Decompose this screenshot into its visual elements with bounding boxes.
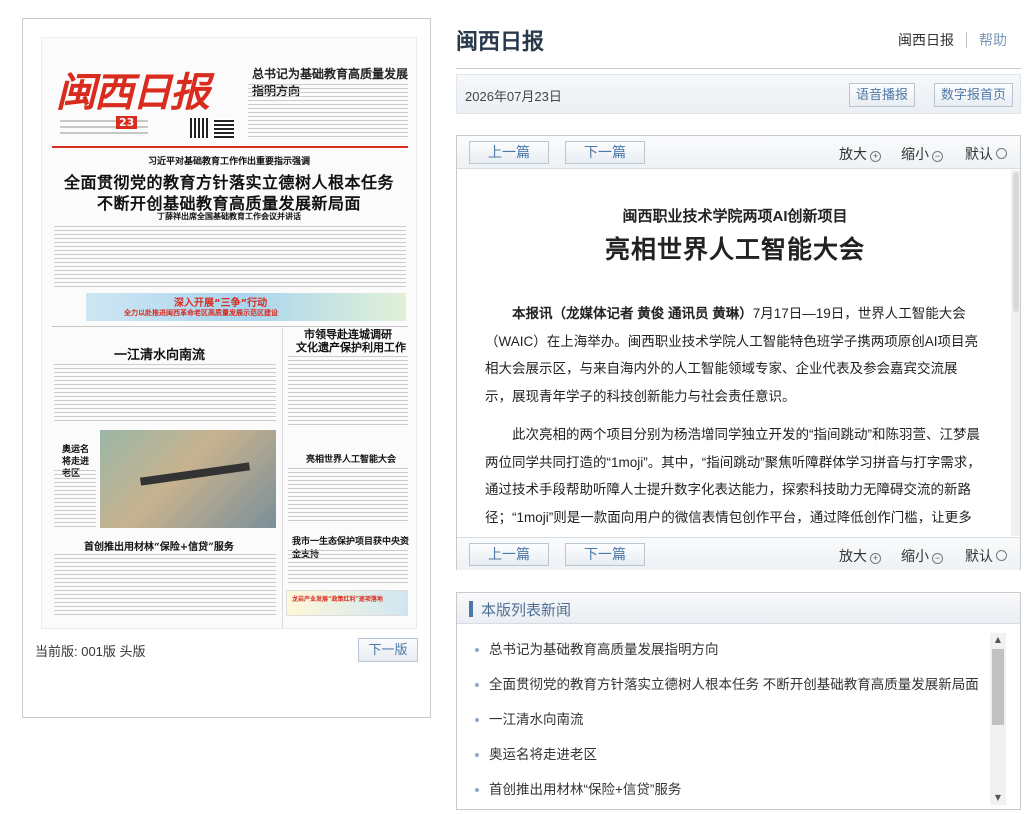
zoom-in-button[interactable]: 放大 + bbox=[839, 144, 881, 164]
site-title: 闽西日报 bbox=[456, 29, 545, 54]
zoom-in-button[interactable]: 放大 + bbox=[839, 546, 881, 566]
article-paragraph: 本报讯（龙媒体记者 黄俊 通讯员 黄琳）7月17日—19日，世界人工智能大会（W… bbox=[485, 300, 981, 410]
top-links: 闽西日报 帮助 bbox=[898, 30, 1007, 50]
preview-photo bbox=[100, 430, 276, 528]
newspaper-page-image[interactable]: 闽西日报 23 总书记为基础教育高质量发展指明方向 习近平对基础教育工作作出重要… bbox=[41, 37, 417, 629]
article-subtitle: 闽西职业技术学院两项AI创新项目 bbox=[622, 208, 848, 225]
article-lead: 本报讯（龙媒体记者 黄俊 通讯员 黄琳） bbox=[512, 306, 753, 321]
plus-circle-icon: + bbox=[870, 553, 881, 564]
article-title: 亮相世界人工智能大会 bbox=[604, 237, 865, 264]
current-page-label: 当前版: 001版 头版 bbox=[35, 644, 146, 659]
zoom-in-label: 放大 bbox=[839, 548, 867, 564]
article-scrollbar-thumb[interactable] bbox=[1013, 172, 1019, 312]
preview-story-e: 首创推出用材林“保险+信贷”服务 bbox=[84, 542, 234, 553]
scroll-up-arrow-icon[interactable]: ▲ bbox=[990, 633, 1006, 647]
list-item[interactable]: 一江清水向南流 bbox=[457, 703, 987, 738]
prev-article-button[interactable]: 上一篇 bbox=[469, 141, 549, 164]
issue-date: 2026年07月23日 bbox=[465, 89, 562, 104]
preview-banner-title: 深入开展“三争”行动 bbox=[174, 298, 268, 309]
article-content[interactable]: 闽西职业技术学院两项AI创新项目 亮相世界人工智能大会 本报讯（龙媒体记者 黄俊… bbox=[457, 170, 1013, 536]
list-item[interactable]: 奥运名将走进老区 bbox=[457, 738, 987, 773]
zoom-out-button[interactable]: 缩小 − bbox=[901, 546, 943, 566]
preview-text-block bbox=[54, 226, 406, 290]
news-list-scrollbar[interactable]: ▲ ▼ bbox=[990, 633, 1006, 805]
list-item[interactable]: 首创推出用材林“保险+信贷”服务 bbox=[457, 773, 987, 808]
date-bar: 2026年07月23日 语音播报 数字报首页 bbox=[456, 74, 1021, 114]
zoom-out-label: 缩小 bbox=[901, 548, 929, 564]
link-separator bbox=[966, 32, 967, 48]
zoom-default-label: 默认 bbox=[965, 146, 993, 162]
preview-text-block bbox=[54, 554, 276, 618]
preview-text-block bbox=[54, 470, 96, 530]
preview-story-g: 龙岩产业发展“政策红利”逐项落地 bbox=[292, 596, 383, 603]
qr-code-icon bbox=[214, 118, 234, 138]
prev-article-button[interactable]: 上一篇 bbox=[469, 543, 549, 566]
divider bbox=[282, 328, 283, 628]
zoom-in-label: 放大 bbox=[839, 146, 867, 162]
article-paragraph: 此次亮相的两个项目分别为杨浩增同学独立开发的“指间跳动”和陈羽萱、江梦晨两位同学… bbox=[485, 427, 981, 525]
preview-kicker: 习近平对基础教育工作作出重要指示强调 bbox=[147, 157, 310, 167]
next-article-button[interactable]: 下一篇 bbox=[565, 543, 645, 566]
news-list-panel: 本版列表新闻 总书记为基础教育高质量发展指明方向 全面贯彻党的教育方针落实立德树… bbox=[456, 592, 1021, 810]
divider bbox=[52, 146, 408, 148]
article-panel: 上一篇 下一篇 放大 + 缩小 − 默认 闽西职业技术学院两项AI创新项目 亮相世界… bbox=[456, 135, 1021, 570]
list-item[interactable]: 总书记为基础教育高质量发展指明方向 bbox=[457, 633, 987, 668]
zoom-default-button[interactable]: 默认 bbox=[965, 546, 1007, 566]
digital-home-button[interactable]: 数字报首页 bbox=[934, 83, 1014, 107]
masthead-logo: 闽西日报 bbox=[56, 69, 210, 116]
preview-story-a: 一江清水向南流 bbox=[114, 348, 206, 363]
zoom-default-label: 默认 bbox=[965, 548, 993, 564]
zoom-out-label: 缩小 bbox=[901, 146, 929, 162]
issue-day: 23 bbox=[116, 116, 138, 129]
preview-banner-subtitle: 全力以赴推进闽西革命老区高质量发展示范区建设 bbox=[124, 309, 278, 317]
article-nav-top: 上一篇 下一篇 放大 + 缩小 − 默认 bbox=[457, 136, 1020, 169]
minus-circle-icon: − bbox=[932, 553, 943, 564]
plus-circle-icon: + bbox=[870, 151, 881, 162]
news-list: 总书记为基础教育高质量发展指明方向 全面贯彻党的教育方针落实立德树人根本任务 不… bbox=[457, 633, 987, 808]
minus-circle-icon: − bbox=[932, 151, 943, 162]
list-item[interactable]: 全面贯彻党的教育方针落实立德树人根本任务 不断开创基础教育高质量发展新局面 bbox=[457, 668, 987, 703]
preview-text-block bbox=[248, 84, 408, 140]
preview-byline: 丁薛祥出席全国基础教育工作会议并讲话 bbox=[157, 211, 301, 221]
help-link[interactable]: 帮助 bbox=[979, 32, 1007, 48]
preview-story-b: 文化遗产保护利用工作 bbox=[296, 341, 406, 354]
next-page-button[interactable]: 下一版 bbox=[358, 638, 418, 662]
preview-story-d: 亮相世界人工智能大会 bbox=[306, 455, 397, 465]
circle-icon bbox=[996, 550, 1007, 561]
news-list-scrollbar-thumb[interactable] bbox=[992, 649, 1004, 725]
paper-name-link[interactable]: 闽西日报 bbox=[898, 32, 954, 48]
circle-icon bbox=[996, 148, 1007, 159]
preview-text-block bbox=[288, 468, 408, 524]
news-list-title: 本版列表新闻 bbox=[481, 602, 572, 619]
preview-text-block bbox=[54, 364, 276, 424]
next-article-button[interactable]: 下一篇 bbox=[565, 141, 645, 164]
divider bbox=[456, 68, 1021, 69]
preview-text-block bbox=[288, 550, 408, 586]
voice-broadcast-button[interactable]: 语音播报 bbox=[849, 83, 916, 107]
qr-code-icon bbox=[190, 118, 210, 138]
article-nav-bottom: 上一篇 下一篇 放大 + 缩小 − 默认 bbox=[457, 537, 1020, 570]
scroll-down-arrow-icon[interactable]: ▼ bbox=[990, 791, 1006, 805]
newspaper-page-panel: 闽西日报 23 总书记为基础教育高质量发展指明方向 习近平对基础教育工作作出重要… bbox=[22, 18, 431, 718]
zoom-out-button[interactable]: 缩小 − bbox=[901, 144, 943, 164]
news-list-header: 本版列表新闻 bbox=[457, 593, 1020, 624]
preview-text-block bbox=[288, 356, 408, 428]
header-accent-bar bbox=[469, 601, 473, 617]
zoom-default-button[interactable]: 默认 bbox=[965, 144, 1007, 164]
